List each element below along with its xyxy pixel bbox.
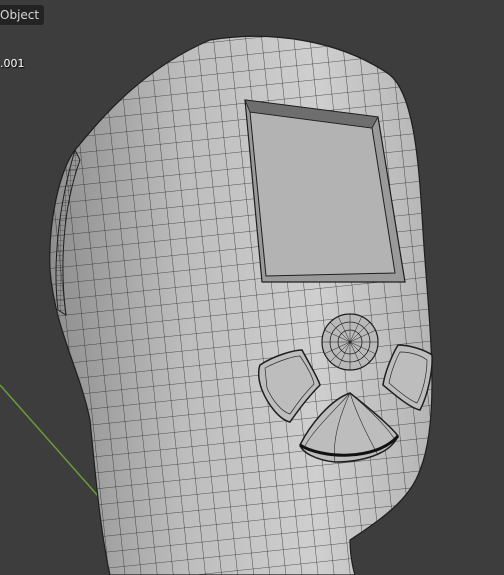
- center-round-button[interactable]: [321, 313, 379, 371]
- viewport-canvas[interactable]: [0, 0, 504, 575]
- 3d-viewport[interactable]: Object .001: [0, 0, 504, 575]
- object-mode-label[interactable]: Object: [0, 5, 45, 25]
- active-object-name: .001: [0, 57, 25, 70]
- mesh-object[interactable]: [49, 35, 433, 575]
